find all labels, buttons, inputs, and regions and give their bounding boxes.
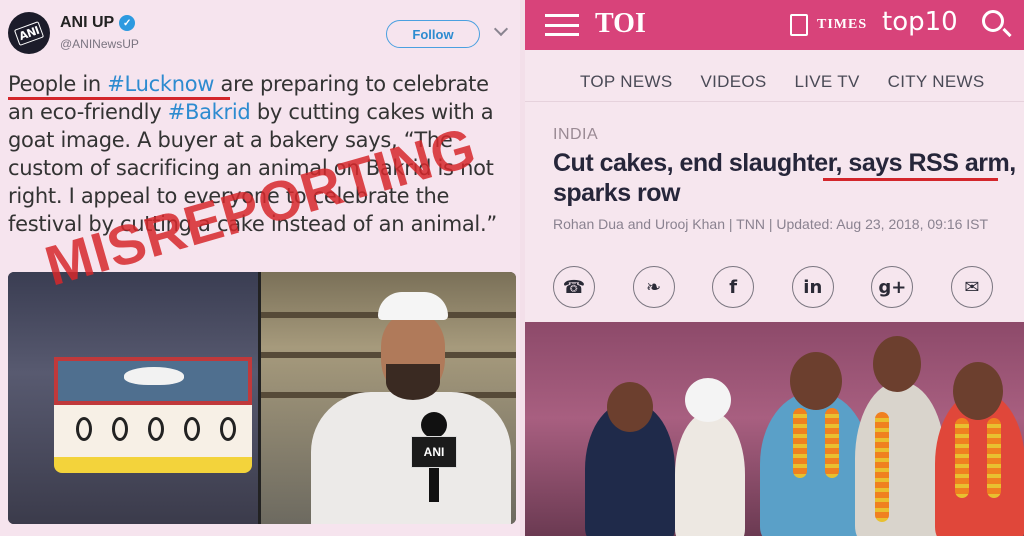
photo-head [873, 336, 921, 392]
tweet-text-part: People in [8, 72, 108, 96]
photo-person [675, 412, 745, 536]
article-photo[interactable] [525, 322, 1024, 536]
goat-image [124, 367, 184, 385]
hashtag-bakrid[interactable]: #Bakrid [168, 100, 251, 124]
toi-header-bar: TOI TIMES top10 [525, 0, 1024, 50]
nav-item-top-news[interactable]: TOP NEWS [580, 72, 672, 92]
hashtag-lucknow[interactable]: #Lucknow [107, 72, 214, 96]
account-name[interactable]: ANI UP ✓ [60, 14, 136, 32]
person-beard [386, 364, 440, 400]
garland [825, 408, 839, 478]
ani-avatar[interactable]: ANI [8, 12, 50, 54]
nav-item-videos[interactable]: VIDEOS [700, 72, 766, 92]
share-buttons: ☎ ❧ f in g+ ✉ [553, 266, 993, 308]
times-label[interactable]: TIMES [817, 17, 867, 33]
red-underline-annotation [823, 178, 998, 181]
article-byline: Rohan Dua and Urooj Khan | TNN | Updated… [553, 216, 989, 232]
account-handle[interactable]: @ANINewsUP [60, 37, 139, 51]
toi-nav: TOP NEWS VIDEOS LIVE TV CITY NEWS [525, 62, 1024, 102]
linkedin-icon[interactable]: in [791, 266, 834, 308]
section-label[interactable]: INDIA [553, 126, 598, 144]
nav-item-city-news[interactable]: CITY NEWS [888, 72, 985, 92]
garland [987, 418, 1001, 498]
avatar-logo-text: ANI [13, 20, 45, 46]
nav-item-live-tv[interactable]: LIVE TV [795, 72, 860, 92]
toi-article: TOI TIMES top10 TOP NEWS VIDEOS LIVE TV … [525, 0, 1024, 536]
follow-button[interactable]: Follow [386, 20, 480, 48]
tweet-card: ANI ANI UP ✓ @ANINewsUP Follow People in… [0, 0, 520, 536]
search-icon[interactable] [982, 10, 1004, 32]
cake-decoration [76, 417, 236, 441]
garland [875, 412, 889, 522]
facebook-icon[interactable]: f [712, 266, 755, 308]
interview-photo[interactable]: ANI [261, 272, 516, 524]
photo-head [953, 362, 1003, 420]
ani-microphone: ANI [411, 412, 457, 502]
red-underline-annotation [8, 97, 230, 100]
googleplus-icon[interactable]: g+ [871, 266, 914, 308]
whatsapp-icon[interactable]: ☎ [553, 266, 595, 308]
photo-person [760, 392, 870, 536]
tweet-media[interactable]: ANI [8, 272, 516, 524]
photo-person [855, 382, 945, 536]
hamburger-menu-icon[interactable] [545, 14, 579, 36]
garland [955, 418, 969, 498]
mic-head [421, 412, 447, 438]
account-name-label: ANI UP [60, 14, 115, 31]
email-icon[interactable]: ✉ [950, 266, 993, 308]
goat-cake [54, 357, 252, 477]
garland [793, 408, 807, 478]
chevron-down-icon[interactable] [493, 21, 509, 37]
photo-head [607, 382, 653, 432]
mic-handle [429, 468, 439, 502]
verified-badge-icon: ✓ [119, 15, 136, 31]
newspaper-icon[interactable] [790, 14, 808, 36]
cake-photo[interactable] [8, 272, 258, 524]
top10-label[interactable]: top10 [882, 7, 958, 37]
cake-rim [54, 457, 252, 473]
person-cap [378, 292, 448, 320]
mic-flag-logo: ANI [411, 436, 457, 468]
twitter-icon[interactable]: ❧ [632, 266, 675, 308]
photo-cap [685, 378, 731, 422]
toi-logo[interactable]: TOI [595, 8, 646, 40]
photo-head [790, 352, 842, 410]
